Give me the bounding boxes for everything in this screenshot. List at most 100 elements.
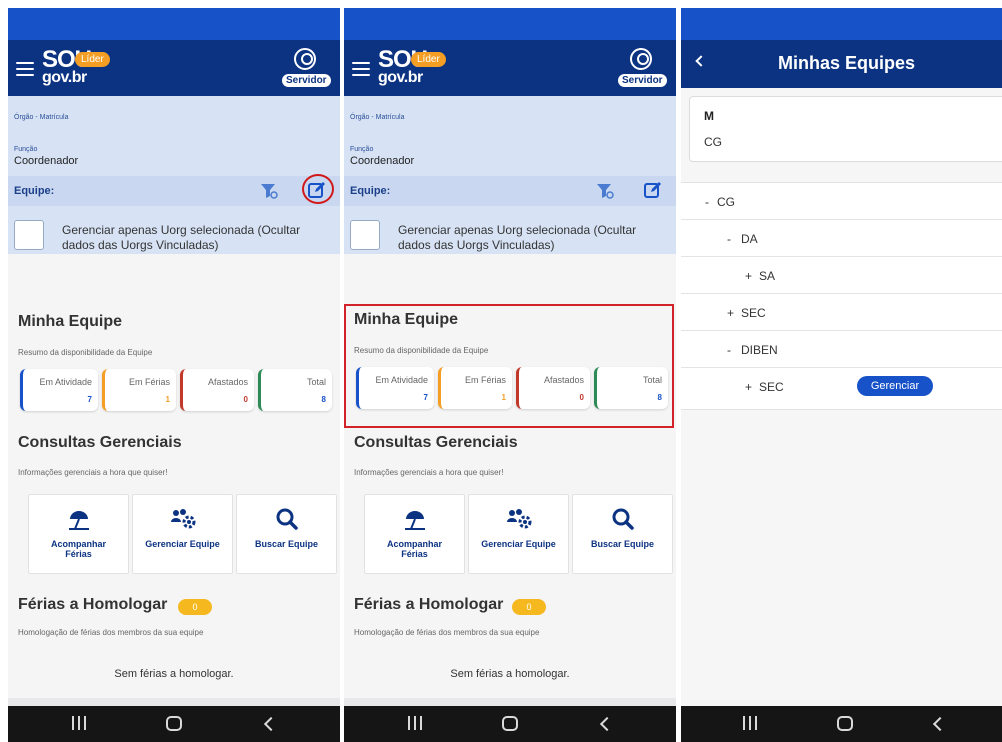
collapse-toggle[interactable]: - — [727, 232, 731, 246]
filter-icon[interactable] — [260, 182, 278, 200]
tree-row[interactable]: + SEC Gerenciar — [681, 368, 1002, 405]
home-icon[interactable] — [502, 716, 518, 731]
stat-label: Afastados — [207, 377, 248, 387]
equipe-row: Equipe: — [344, 176, 676, 206]
beach-umbrella-icon — [29, 495, 128, 539]
gerenciar-equipe-card[interactable]: Gerenciar Equipe — [468, 494, 569, 574]
ferias-empty-text: Sem férias a homologar. — [450, 668, 570, 680]
expand-toggle[interactable]: + — [727, 306, 734, 320]
app-header: SOU gov.br Líder Servidor — [344, 40, 676, 96]
tree-row[interactable]: - CG — [681, 183, 1002, 220]
ferias-count-badge: 0 — [512, 599, 546, 615]
expand-toggle[interactable]: + — [745, 380, 752, 394]
stat-label: Em Férias — [128, 377, 170, 387]
funcao-label: Função — [14, 146, 38, 153]
ferias-homologar-title: Férias a Homologar — [354, 596, 504, 613]
card-label-2: Férias — [65, 549, 92, 559]
acompanhar-ferias-card[interactable]: Acompanhar Férias — [28, 494, 129, 574]
uorg-checkbox[interactable] — [350, 220, 380, 250]
user-profile-icon — [294, 48, 316, 70]
status-bar — [681, 8, 1002, 40]
recent-apps-icon[interactable] — [72, 716, 86, 730]
servidor-label: Servidor — [618, 74, 667, 87]
expand-toggle[interactable]: + — [745, 269, 752, 283]
selected-team-box: M CG — [689, 96, 1002, 162]
card-label: Acompanhar — [50, 539, 106, 549]
tree-node-label: CG — [717, 195, 735, 209]
orgao-label: Órgão - Matrícula — [350, 114, 405, 121]
filter-icon[interactable] — [596, 182, 614, 200]
stat-afastados[interactable]: Afastados 0 — [180, 369, 254, 411]
funcao-value: Coordenador — [14, 155, 79, 167]
tree-node-label: DIBEN — [741, 343, 778, 357]
tree-node-label: SA — [759, 269, 776, 283]
back-icon[interactable] — [932, 716, 948, 732]
recent-apps-icon[interactable] — [408, 716, 422, 730]
user-profile-icon — [630, 48, 652, 70]
orgao-label: Órgão - Matrícula — [14, 114, 69, 121]
team-header-cg: CG — [704, 135, 722, 149]
app-header: SOU gov.br Líder Servidor — [8, 40, 340, 96]
highlight-circle — [302, 174, 334, 204]
equipe-label: Equipe: — [350, 185, 391, 197]
card-label-2: Férias — [401, 549, 428, 559]
tree-row[interactable]: - DA — [681, 220, 1002, 257]
menu-icon[interactable] — [16, 62, 34, 76]
status-bar — [344, 8, 676, 40]
menu-icon[interactable] — [352, 62, 370, 76]
screenshot-composite: SOU gov.br Líder Servidor Órgão - Matríc… — [0, 0, 1002, 742]
home-icon[interactable] — [837, 716, 853, 731]
consultas-title: Consultas Gerenciais — [18, 434, 182, 451]
stat-em-atividade[interactable]: Em Atividade 7 — [20, 369, 98, 411]
stat-value: 1 — [165, 395, 170, 404]
logo-bottom-text: gov.br — [378, 69, 423, 86]
page-title: Minhas Equipes — [777, 53, 916, 73]
servidor-button[interactable]: Servidor — [282, 48, 331, 88]
funcao-value: Coordenador — [350, 155, 415, 167]
card-label: Gerenciar Equipe — [481, 539, 556, 549]
uorg-checkbox-label: Gerenciar apenas Uorg selecionada (Ocult… — [398, 223, 637, 252]
tree-row[interactable]: - DIBEN — [681, 331, 1002, 368]
ferias-homologar-title: Férias a Homologar — [18, 596, 168, 613]
gerenciar-button[interactable]: Gerenciar — [857, 376, 933, 396]
buscar-equipe-card[interactable]: Buscar Equipe — [572, 494, 673, 574]
funcao-label: Função — [350, 146, 374, 153]
search-icon — [237, 495, 336, 539]
ferias-subtitle: Homologação de férias dos membros da sua… — [18, 628, 204, 637]
edit-icon[interactable] — [644, 181, 662, 199]
back-icon[interactable] — [599, 716, 615, 732]
stat-label: Total — [306, 377, 326, 387]
consultas-cards: Acompanhar Férias Gerenciar Equipe Busca… — [364, 494, 673, 574]
team-header-m: M — [704, 109, 714, 123]
minha-equipe-subtitle: Resumo da disponibilidade da Equipe — [18, 348, 153, 357]
team-gear-icon — [133, 495, 232, 539]
team-tree: - CG - DA + SA + SEC - DIBEN + SEC Geren… — [681, 182, 1002, 410]
stat-em-ferias[interactable]: Em Férias 1 — [102, 369, 176, 411]
buscar-equipe-card[interactable]: Buscar Equipe — [236, 494, 337, 574]
stat-total[interactable]: Total 8 — [258, 369, 332, 411]
uorg-checkbox-label: Gerenciar apenas Uorg selecionada (Ocult… — [62, 223, 301, 252]
consultas-subtitle: Informações gerenciais a hora que quiser… — [354, 468, 504, 477]
minha-equipe-title: Minha Equipe — [18, 313, 122, 330]
minha-equipe-highlight-box — [344, 304, 674, 428]
collapse-toggle[interactable]: - — [705, 195, 709, 209]
gerenciar-equipe-card[interactable]: Gerenciar Equipe — [132, 494, 233, 574]
tree-row[interactable]: + SA — [681, 257, 1002, 294]
content-bottom-strip — [8, 698, 340, 706]
servidor-button[interactable]: Servidor — [618, 48, 667, 88]
tree-row[interactable]: + SEC — [681, 294, 1002, 331]
acompanhar-ferias-card[interactable]: Acompanhar Férias — [364, 494, 465, 574]
android-nav-bar — [344, 706, 676, 742]
recent-apps-icon[interactable] — [743, 716, 757, 730]
logo-bottom-text: gov.br — [42, 69, 87, 86]
ferias-empty-text: Sem férias a homologar. — [114, 668, 234, 680]
back-icon[interactable] — [263, 716, 279, 732]
collapse-toggle[interactable]: - — [727, 343, 731, 357]
equipe-row: Equipe: — [8, 174, 340, 206]
content-bottom-strip — [344, 698, 676, 706]
home-icon[interactable] — [166, 716, 182, 731]
card-label: Gerenciar Equipe — [145, 539, 220, 549]
equipe-label: Equipe: — [14, 185, 55, 197]
tree-node-label: SEC — [741, 306, 766, 320]
uorg-checkbox[interactable] — [14, 220, 44, 250]
